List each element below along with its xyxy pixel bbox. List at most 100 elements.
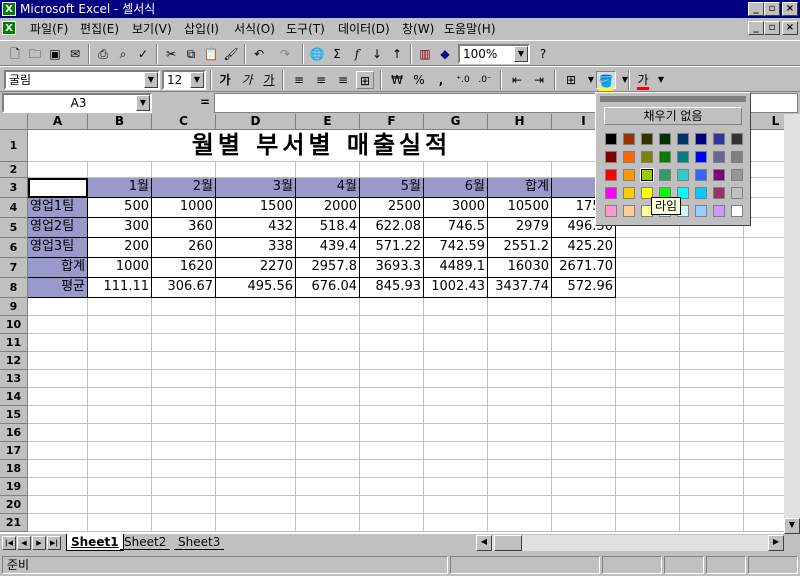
zoom-select[interactable]: 100% ▼ [458,44,530,64]
format-painter-icon[interactable]: 🖌 [222,45,240,63]
cell-b6[interactable]: 200 [88,238,152,258]
decrease-decimal-icon[interactable]: .0⁻ [476,71,494,89]
cell-l9[interactable] [744,298,784,316]
cell-i10[interactable] [552,316,616,334]
color-swatch[interactable] [695,169,707,181]
color-swatch[interactable] [713,169,725,181]
column-header-b[interactable]: B [88,114,152,130]
row-header-10[interactable]: 10 [0,316,28,334]
row-header-11[interactable]: 11 [0,334,28,352]
font-size-select[interactable]: 12 ▼ [162,70,206,90]
cell-b21[interactable] [88,514,152,532]
bold-icon[interactable]: 가 [216,71,234,89]
horizontal-scrollbar[interactable]: ◀ ▶ [476,535,784,551]
cell-i6[interactable]: 425.20 [552,238,616,258]
cell-x13[interactable] [680,370,744,388]
cell-f9[interactable] [360,298,424,316]
first-sheet-icon[interactable]: |◀ [2,536,16,550]
cell-f8[interactable]: 845.93 [360,278,424,298]
cell-l20[interactable] [744,496,784,514]
cell-l15[interactable] [744,406,784,424]
cell-d15[interactable] [216,406,296,424]
cell-h16[interactable] [488,424,552,442]
cell-g17[interactable] [424,442,488,460]
row-header-9[interactable]: 9 [0,298,28,316]
cell-l10[interactable] [744,316,784,334]
cell-g12[interactable] [424,352,488,370]
color-swatch[interactable] [677,133,689,145]
cell-x10[interactable] [680,316,744,334]
cell-e4[interactable]: 2000 [296,198,360,218]
cell-a9[interactable] [28,298,88,316]
print-icon[interactable]: ⎙ [94,45,112,63]
cell-x15[interactable] [680,406,744,424]
cell-x11[interactable] [616,334,680,352]
cell-b16[interactable] [88,424,152,442]
color-swatch[interactable] [641,133,653,145]
cell-x16[interactable] [680,424,744,442]
minimize-button[interactable]: _ [748,2,764,16]
color-swatch-lime[interactable] [640,168,654,182]
workbook-icon[interactable]: X [2,21,16,35]
cell-e3[interactable]: 4월 [296,178,360,198]
cell-h13[interactable] [488,370,552,388]
column-header-e[interactable]: E [296,114,360,130]
drawing-icon[interactable]: ◆ [436,45,454,63]
cell-l14[interactable] [744,388,784,406]
scroll-left-arrow-icon[interactable]: ◀ [476,535,492,551]
cell-a5[interactable]: 영업2팀 [28,218,88,238]
cell-h21[interactable] [488,514,552,532]
cell-c13[interactable] [152,370,216,388]
cell-g11[interactable] [424,334,488,352]
cell-a14[interactable] [28,388,88,406]
row-header-13[interactable]: 13 [0,370,28,388]
cell-f4[interactable]: 2500 [360,198,424,218]
cell-e12[interactable] [296,352,360,370]
cell-g2[interactable] [424,162,488,178]
cell-x15[interactable] [616,406,680,424]
cell-g8[interactable]: 1002.43 [424,278,488,298]
spelling-icon[interactable]: ✓ [134,45,152,63]
cell-l17[interactable] [744,442,784,460]
color-swatch[interactable] [695,133,707,145]
cell-h14[interactable] [488,388,552,406]
function-icon[interactable]: f [348,45,366,63]
cell-f20[interactable] [360,496,424,514]
menu-help[interactable]: 도움말(H) [444,22,496,36]
cell-c8[interactable]: 306.67 [152,278,216,298]
cell-a13[interactable] [28,370,88,388]
row-header-6[interactable]: 6 [0,238,28,258]
cell-x9[interactable] [616,298,680,316]
row-header-20[interactable]: 20 [0,496,28,514]
cell-i11[interactable] [552,334,616,352]
new-file-icon[interactable]: 🗋 [6,45,24,63]
cell-l6[interactable] [744,238,784,258]
align-right-icon[interactable]: ≡ [334,71,352,89]
cell-d6[interactable]: 338 [216,238,296,258]
merge-center-icon[interactable]: ⊞ [356,71,374,89]
cell-x20[interactable] [680,496,744,514]
cell-g14[interactable] [424,388,488,406]
chevron-down-icon[interactable]: ▼ [144,72,158,88]
cell-l8[interactable] [744,278,784,298]
cell-h19[interactable] [488,478,552,496]
cell-c2[interactable] [152,162,216,178]
tab-sheet1[interactable]: Sheet1 [66,534,124,551]
color-swatch[interactable] [623,151,635,163]
cell-b18[interactable] [88,460,152,478]
cell-e7[interactable]: 2957.8 [296,258,360,278]
cell-x6[interactable] [680,238,744,258]
row-header-19[interactable]: 19 [0,478,28,496]
cell-x9[interactable] [680,298,744,316]
cell-a8[interactable]: 평균 [28,278,88,298]
color-swatch[interactable] [623,133,635,145]
borders-icon[interactable]: ⊞ [562,71,580,89]
menu-insert[interactable]: 삽입(I) [184,22,219,36]
cell-i21[interactable] [552,514,616,532]
cell-a4[interactable]: 영업1팀 [28,198,88,218]
cell-h12[interactable] [488,352,552,370]
cell-d12[interactable] [216,352,296,370]
chart-wizard-icon[interactable]: ▥ [416,45,434,63]
align-center-icon[interactable]: ≡ [312,71,330,89]
cell-x21[interactable] [616,514,680,532]
